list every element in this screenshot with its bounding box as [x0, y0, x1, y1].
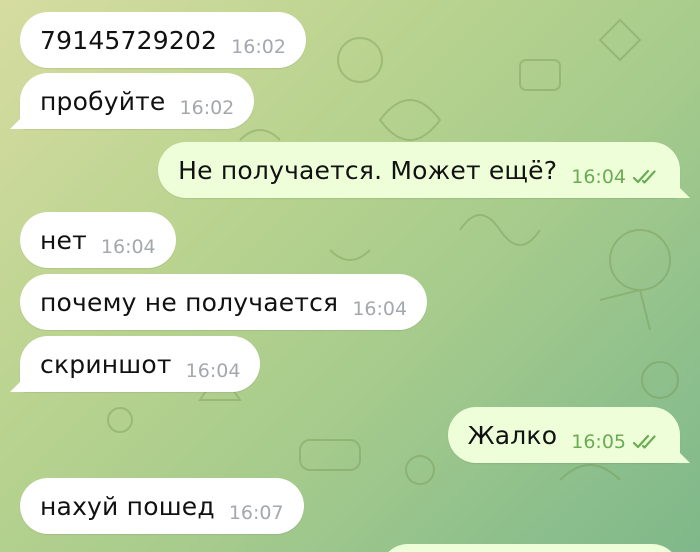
double-check-icon [632, 169, 660, 185]
message-time: 16:07 [228, 502, 284, 524]
message-bubble[interactable]: Не получается. Может ещё? 16:04 [158, 142, 680, 198]
message-bubble[interactable]: нет 16:04 [20, 212, 176, 268]
message-time: 16:04 [100, 236, 156, 258]
message-text: 79145729202 [40, 25, 218, 55]
message-text: Жалко [467, 420, 558, 450]
message-text: почему не получается [40, 287, 339, 317]
partial-message-bubble [380, 544, 680, 552]
message-time: 16:02 [231, 36, 286, 58]
message-time: 16:02 [179, 97, 235, 119]
message-text: нахуй пошед [40, 491, 215, 521]
message-text: нет [40, 225, 87, 255]
message-bubble[interactable]: почему не получается 16:04 [20, 274, 428, 330]
message-time: 16:04 [185, 360, 241, 382]
message-text: пробуйте [40, 86, 166, 116]
message-bubble[interactable]: нахуй пошед 16:07 [20, 478, 304, 534]
double-check-icon [632, 434, 660, 450]
chat-background: 79145729202 16:02 пробуйте 16:02 Не полу… [0, 0, 700, 552]
message-time: 16:05 [571, 431, 626, 453]
message-bubble[interactable]: 79145729202 16:02 [20, 12, 306, 68]
message-time: 16:04 [352, 298, 408, 320]
message-bubble[interactable]: скриншот 16:04 [20, 336, 261, 392]
message-bubble[interactable]: Жалко 16:05 [447, 407, 680, 463]
message-bubble[interactable]: пробуйте 16:02 [20, 73, 255, 129]
message-text: Не получается. Может ещё? [178, 155, 558, 185]
message-time: 16:04 [571, 166, 626, 188]
message-text: скриншот [40, 349, 172, 379]
